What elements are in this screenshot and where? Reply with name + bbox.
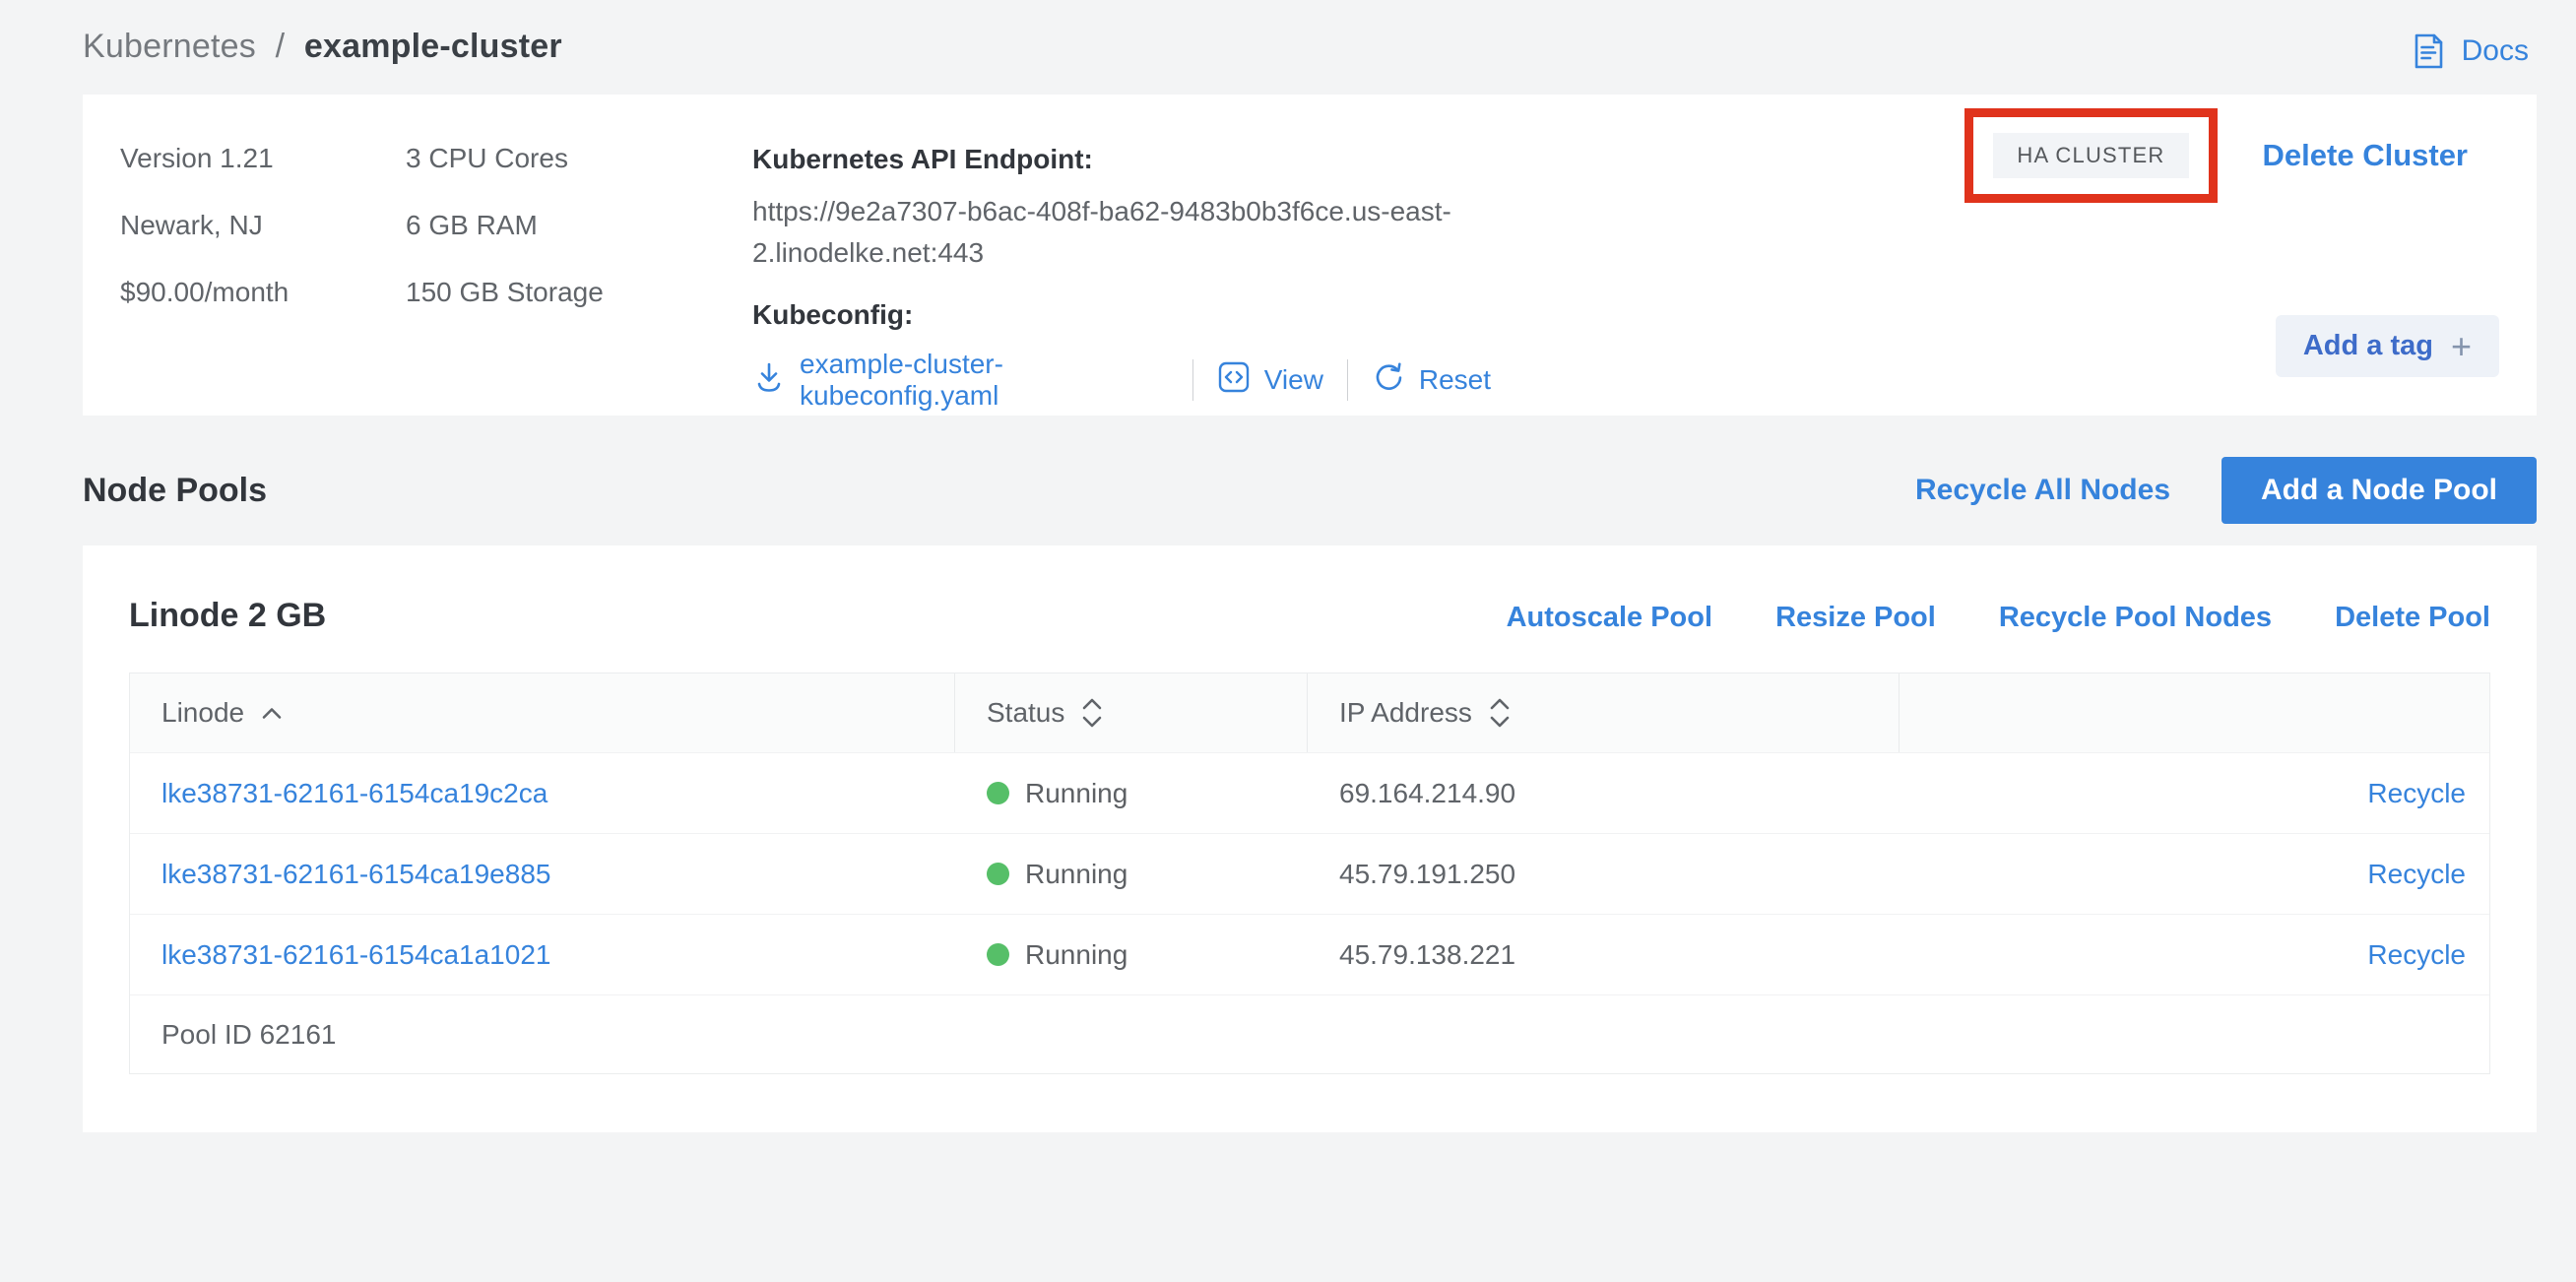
pool-id-footer: Pool ID 62161 xyxy=(130,994,2489,1073)
breadcrumb-kubernetes-link[interactable]: Kubernetes xyxy=(83,28,256,65)
autoscale-pool-button[interactable]: Autoscale Pool xyxy=(1507,602,1713,634)
node-link[interactable]: lke38731-62161-6154ca19c2ca xyxy=(161,778,547,808)
column-label: Linode xyxy=(161,697,244,729)
status-dot-running xyxy=(987,863,1009,885)
kubeconfig-filename: example-cluster-kubeconfig.yaml xyxy=(800,349,1169,412)
api-endpoint-url: https://9e2a7307-b6ac-408f-ba62-9483b0b3… xyxy=(752,191,1491,274)
delete-pool-button[interactable]: Delete Pool xyxy=(2335,602,2490,634)
pool-name: Linode 2 GB xyxy=(129,597,326,635)
cluster-ram: 6 GB RAM xyxy=(406,211,752,240)
node-status: Running xyxy=(955,939,1308,971)
node-link[interactable]: lke38731-62161-6154ca19e885 xyxy=(161,859,550,889)
cluster-summary-card: Version 1.21 Newark, NJ $90.00/month 3 C… xyxy=(83,95,2537,416)
delete-cluster-button[interactable]: Delete Cluster xyxy=(2263,138,2468,173)
cluster-header-actions: HA CLUSTER Delete Cluster xyxy=(1964,108,2468,203)
column-header-actions xyxy=(1900,673,2489,752)
column-header-linode[interactable]: Linode xyxy=(130,673,955,752)
column-header-ip-address[interactable]: IP Address xyxy=(1308,673,1900,752)
node-pools-actions: Recycle All Nodes Add a Node Pool xyxy=(1915,457,2537,524)
cluster-cpu: 3 CPU Cores xyxy=(406,144,752,173)
node-pools-title: Node Pools xyxy=(83,472,267,510)
breadcrumb: Kubernetes / example-cluster xyxy=(83,28,562,66)
status-label: Running xyxy=(1025,778,1127,809)
recycle-node-button[interactable]: Recycle xyxy=(2367,859,2466,890)
docs-icon xyxy=(2409,32,2448,71)
status-label: Running xyxy=(1025,939,1127,971)
cluster-connection-column: Kubernetes API Endpoint: https://9e2a730… xyxy=(752,144,1491,376)
divider xyxy=(1347,359,1348,401)
download-icon xyxy=(752,360,786,401)
cluster-region: Newark, NJ xyxy=(120,211,406,240)
breadcrumb-separator: / xyxy=(276,28,286,65)
breadcrumb-cluster-name: example-cluster xyxy=(304,28,562,65)
api-endpoint-label: Kubernetes API Endpoint: xyxy=(752,144,1491,175)
recycle-node-button[interactable]: Recycle xyxy=(2367,778,2466,809)
node-link[interactable]: lke38731-62161-6154ca1a1021 xyxy=(161,939,550,970)
pool-header: Linode 2 GB Autoscale Pool Resize Pool R… xyxy=(129,597,2490,635)
docs-label: Docs xyxy=(2462,34,2529,68)
status-label: Running xyxy=(1025,859,1127,890)
kubeconfig-reset-button[interactable]: Reset xyxy=(1372,360,1491,401)
sort-both-icon xyxy=(1488,696,1512,730)
nodes-table-header: Linode Status IP Address xyxy=(130,673,2489,752)
code-icon xyxy=(1217,360,1251,401)
sort-both-icon xyxy=(1080,696,1104,730)
node-status: Running xyxy=(955,778,1308,809)
docs-link[interactable]: Docs xyxy=(2409,32,2529,71)
table-row: lke38731-62161-6154ca1a1021 Running 45.7… xyxy=(130,914,2489,994)
cluster-version: Version 1.21 xyxy=(120,144,406,173)
column-header-status[interactable]: Status xyxy=(955,673,1308,752)
node-pools-bar: Node Pools Recycle All Nodes Add a Node … xyxy=(83,457,2537,524)
sort-asc-icon xyxy=(260,706,284,721)
kubeconfig-actions-row: example-cluster-kubeconfig.yaml View xyxy=(752,349,1491,412)
cluster-specs-column-1: Version 1.21 Newark, NJ $90.00/month xyxy=(120,144,406,376)
column-label: Status xyxy=(987,697,1064,729)
cluster-price: $90.00/month xyxy=(120,278,406,307)
divider xyxy=(1192,359,1193,401)
node-ip: 45.79.191.250 xyxy=(1308,859,1900,890)
node-status: Running xyxy=(955,859,1308,890)
cluster-specs-column-2: 3 CPU Cores 6 GB RAM 150 GB Storage xyxy=(406,144,752,376)
recycle-all-nodes-button[interactable]: Recycle All Nodes xyxy=(1915,474,2170,507)
add-node-pool-button[interactable]: Add a Node Pool xyxy=(2222,457,2537,524)
add-tag-button[interactable]: Add a tag + xyxy=(2276,315,2499,377)
resize-pool-button[interactable]: Resize Pool xyxy=(1775,602,1936,634)
table-row: lke38731-62161-6154ca19e885 Running 45.7… xyxy=(130,833,2489,914)
node-pool-card: Linode 2 GB Autoscale Pool Resize Pool R… xyxy=(83,545,2537,1132)
ha-cluster-badge: HA CLUSTER xyxy=(1993,133,2188,178)
column-label: IP Address xyxy=(1339,697,1472,729)
status-dot-running xyxy=(987,782,1009,804)
view-label: View xyxy=(1264,364,1323,396)
plus-icon: + xyxy=(2451,333,2472,360)
pool-actions: Autoscale Pool Resize Pool Recycle Pool … xyxy=(1507,602,2490,634)
node-ip: 69.164.214.90 xyxy=(1308,778,1900,809)
table-row: lke38731-62161-6154ca19c2ca Running 69.1… xyxy=(130,752,2489,833)
reset-label: Reset xyxy=(1419,364,1491,396)
cluster-storage: 150 GB Storage xyxy=(406,278,752,307)
kubeconfig-label: Kubeconfig: xyxy=(752,299,1491,331)
node-ip: 45.79.138.221 xyxy=(1308,939,1900,971)
nodes-table: Linode Status IP Address xyxy=(129,673,2490,1074)
add-tag-label: Add a tag xyxy=(2303,330,2433,362)
recycle-pool-nodes-button[interactable]: Recycle Pool Nodes xyxy=(1999,602,2272,634)
reset-icon xyxy=(1372,360,1405,401)
top-bar: Kubernetes / example-cluster Docs xyxy=(0,0,2576,71)
kubeconfig-view-button[interactable]: View xyxy=(1217,360,1323,401)
kubeconfig-download-link[interactable]: example-cluster-kubeconfig.yaml xyxy=(752,349,1169,412)
recycle-node-button[interactable]: Recycle xyxy=(2367,939,2466,971)
status-dot-running xyxy=(987,943,1009,966)
ha-cluster-highlight-box: HA CLUSTER xyxy=(1964,108,2217,203)
